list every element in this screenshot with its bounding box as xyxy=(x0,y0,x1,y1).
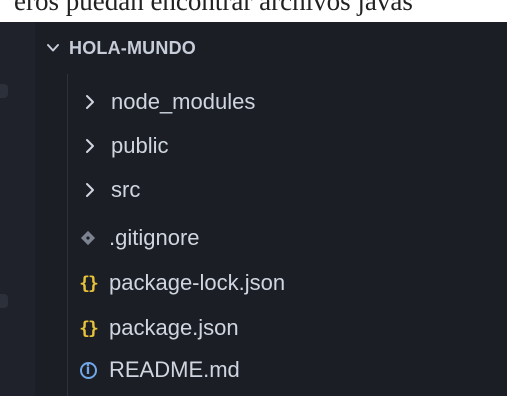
tree-item-package-lock-json[interactable]: {} package-lock.json xyxy=(77,265,285,301)
tree-item-label: src xyxy=(111,177,141,202)
tree-indent-guide xyxy=(67,74,68,396)
cropped-document-text: eros puedan encontrar archivos javas xyxy=(14,0,413,16)
gutter-marker xyxy=(0,294,8,308)
json-braces-icon: {} xyxy=(79,317,99,339)
tree-item-label: package.json xyxy=(109,315,239,340)
json-braces-icon: {} xyxy=(79,272,99,294)
explorer-section-header[interactable]: HOLA-MUNDO xyxy=(45,36,196,60)
git-icon xyxy=(77,227,99,249)
tree-item-label: .gitignore xyxy=(109,225,200,250)
explorer-panel: HOLA-MUNDO node_modules public src .giti… xyxy=(35,22,507,396)
page-right-margin xyxy=(507,22,520,396)
tree-item-node-modules[interactable]: node_modules xyxy=(79,84,255,120)
gutter-marker xyxy=(0,84,8,98)
tree-item-label: package-lock.json xyxy=(109,270,286,295)
chevron-right-icon xyxy=(79,91,101,113)
explorer-section-title: HOLA-MUNDO xyxy=(69,37,196,58)
chevron-right-icon xyxy=(79,179,101,201)
tree-item-label: public xyxy=(111,133,169,158)
tree-item-label: README.md xyxy=(109,357,240,382)
screenshot: eros puedan encontrar archivos javas HOL… xyxy=(0,0,520,396)
document-text-strip: eros puedan encontrar archivos javas xyxy=(0,0,520,22)
tree-item-public[interactable]: public xyxy=(79,128,168,164)
info-icon: i xyxy=(77,359,99,381)
tree-item-label: node_modules xyxy=(111,89,256,114)
tree-item-src[interactable]: src xyxy=(79,172,140,208)
chevron-down-icon xyxy=(47,44,59,52)
tree-item-gitignore[interactable]: .gitignore xyxy=(77,220,200,256)
tree-item-package-json[interactable]: {} package.json xyxy=(77,310,239,346)
tree-item-readme-md[interactable]: i README.md xyxy=(77,352,240,388)
chevron-right-icon xyxy=(79,135,101,157)
editor-gutter xyxy=(0,22,35,396)
